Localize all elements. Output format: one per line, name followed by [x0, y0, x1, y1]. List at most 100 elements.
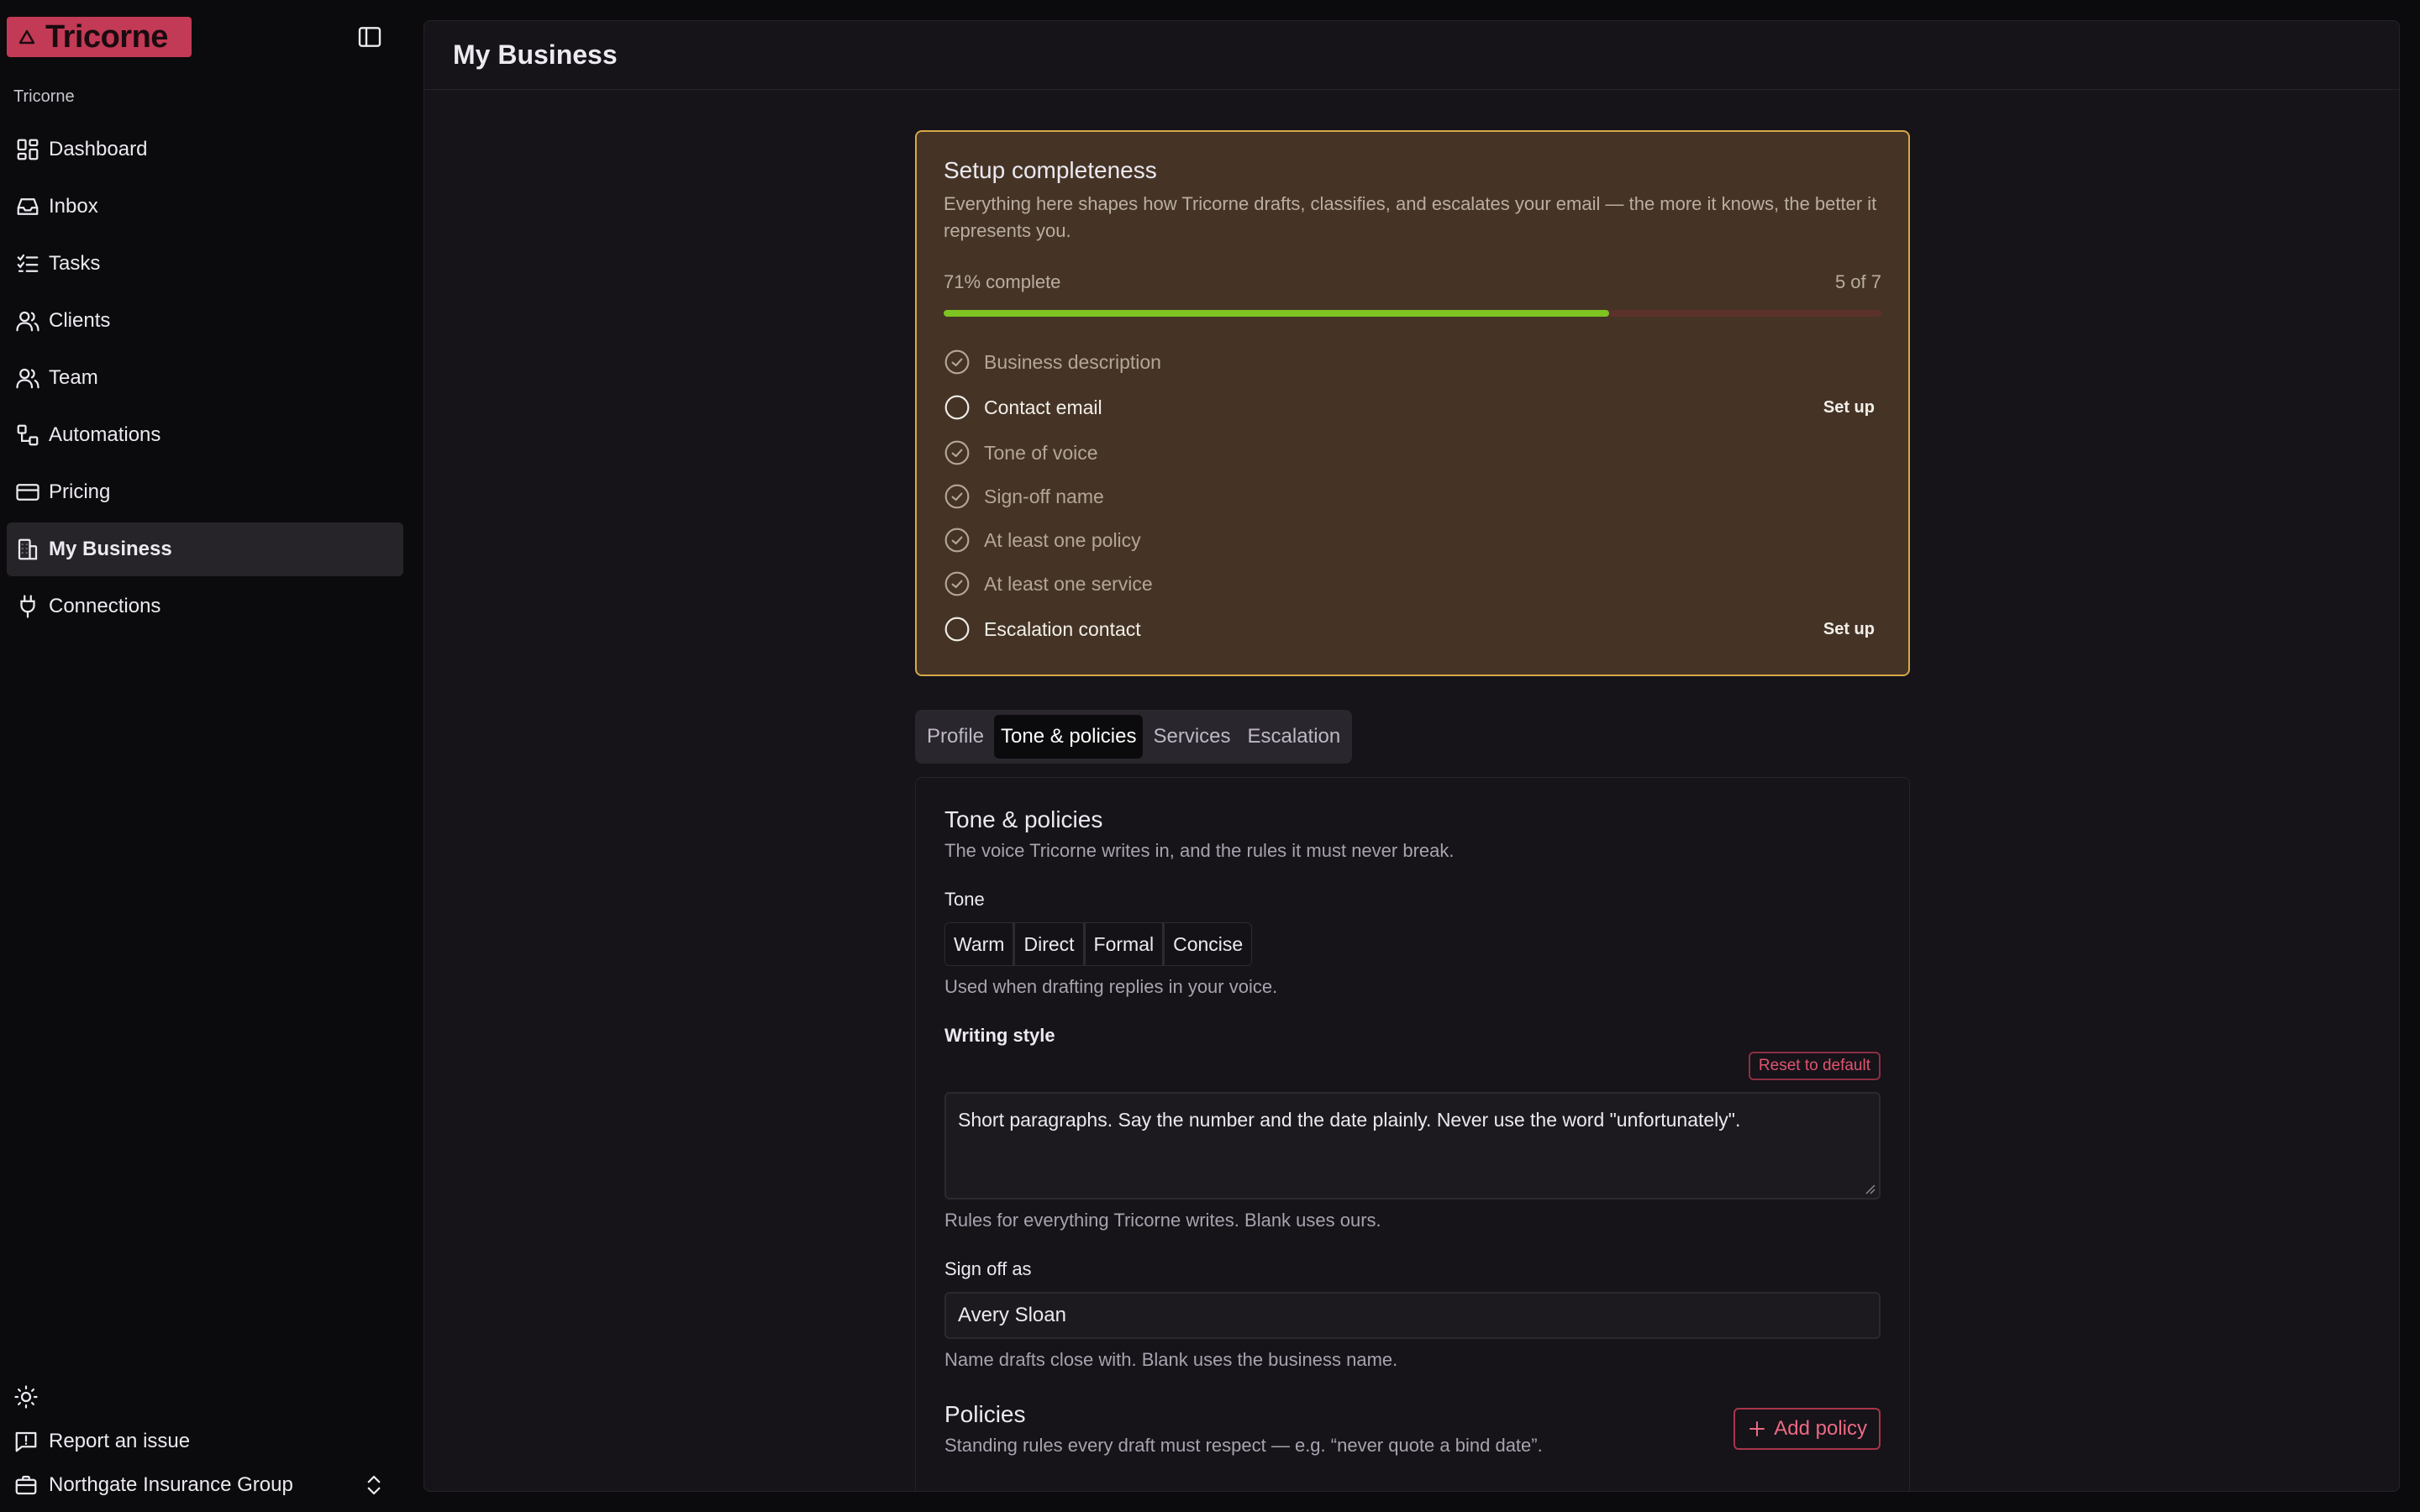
tab-profile[interactable]: Profile [920, 715, 991, 759]
checklist-item-label: Business description [984, 350, 1161, 373]
checklist-item-contact-email: Contact email Set up [944, 384, 1881, 431]
plus-icon [1749, 1421, 1765, 1436]
setup-completeness-card: Setup completeness Everything here shape… [915, 130, 1910, 676]
sidebar-panel-icon [358, 27, 381, 47]
pricing-icon [16, 484, 39, 501]
workspace-name: Northgate Insurance Group [49, 1473, 293, 1496]
checklist-item-sign-off-name: Sign-off name [944, 475, 1881, 518]
reset-row: Reset to default [944, 1052, 1881, 1080]
tone-label: Tone [944, 889, 985, 910]
sun-icon [14, 1385, 38, 1409]
automations-icon [17, 424, 39, 446]
add-policy-label: Add policy [1774, 1417, 1867, 1440]
sidebar-item-label: Clients [49, 309, 111, 332]
sidebar-item-label: Tasks [49, 252, 101, 275]
reset-to-default-button[interactable]: Reset to default [1748, 1052, 1881, 1080]
workspace-switcher[interactable]: Northgate Insurance Group [13, 1468, 387, 1502]
tab-escalation[interactable]: Escalation [1241, 715, 1348, 759]
check-circle-icon [944, 349, 970, 375]
check-circle-icon [944, 528, 970, 553]
checklist-item-label: Tone of voice [984, 441, 1098, 464]
check-circle-icon [944, 440, 970, 465]
briefcase-icon [15, 1475, 37, 1495]
sidebar-item-dashboard[interactable]: Dashboard [7, 123, 403, 176]
sidebar-item-label: My Business [49, 538, 172, 560]
sidebar-item-label: Inbox [49, 195, 98, 218]
app-logo[interactable]: Tricorne [7, 17, 192, 57]
report-issue-icon [15, 1431, 37, 1452]
tone-toggle-group: Warm Direct Formal Concise [944, 922, 1253, 966]
checklist-item-label: At least one service [984, 572, 1153, 595]
tasks-icon [17, 254, 39, 272]
checklist-item-service: At least one service [944, 562, 1881, 606]
checklist-item-label: Sign-off name [984, 485, 1104, 507]
writing-style-label: Writing style [944, 1025, 1055, 1046]
building-icon [18, 538, 38, 560]
writing-style-help-text: Rules for everything Tricorne writes. Bl… [944, 1210, 1381, 1231]
signoff-input[interactable]: Avery Sloan [944, 1292, 1881, 1339]
empty-circle-icon [944, 617, 970, 642]
checklist-item-tone-of-voice: Tone of voice [944, 431, 1881, 475]
sidebar-item-label: Team [49, 366, 98, 389]
report-issue-label: Report an issue [49, 1430, 191, 1452]
triangle-logo-icon [18, 29, 35, 45]
policies-title: Policies [944, 1401, 1026, 1427]
sidebar-item-my-business[interactable]: My Business [7, 522, 403, 576]
setup-description: Everything here shapes how Tricorne draf… [944, 193, 1877, 241]
sidebar-item-inbox[interactable]: Inbox [7, 180, 403, 234]
progress-label: 71% complete [944, 271, 1061, 292]
sidebar-item-clients[interactable]: Clients [7, 294, 403, 348]
writing-style-value: Short paragraphs. Say the number and the… [958, 1109, 1741, 1131]
progress-bar-fill [944, 310, 1610, 317]
signoff-value: Avery Sloan [958, 1304, 1066, 1326]
checklist-item-label: Contact email [984, 396, 1102, 418]
plug-icon [20, 595, 35, 618]
tone-option-warm[interactable]: Warm [945, 923, 1016, 965]
main-panel: My Business Setup completeness Everythin… [424, 20, 2400, 1492]
signoff-label: Sign off as [944, 1258, 1032, 1279]
tone-option-formal[interactable]: Formal [1085, 923, 1165, 965]
sidebar-toggle-button[interactable] [355, 22, 385, 52]
checklist-item-policy: At least one policy [944, 518, 1881, 562]
dashboard-icon [17, 139, 39, 160]
tab-tone-policies[interactable]: Tone & policies [994, 715, 1144, 759]
sidebar-item-connections[interactable]: Connections [7, 580, 403, 633]
empty-circle-icon [944, 395, 970, 420]
check-circle-icon [944, 571, 970, 596]
add-policy-button[interactable]: Add policy [1733, 1408, 1881, 1450]
tone-policies-card: Tone & policies The voice Tricorne write… [915, 777, 1910, 1491]
writing-style-textarea[interactable]: Short paragraphs. Say the number and the… [944, 1092, 1881, 1200]
page-header: My Business [424, 21, 2399, 90]
sidebar-item-tasks[interactable]: Tasks [7, 237, 403, 291]
sidebar-item-pricing[interactable]: Pricing [7, 465, 403, 519]
theme-toggle-button[interactable] [13, 1384, 40, 1411]
tab-services[interactable]: Services [1146, 715, 1237, 759]
page-title: My Business [453, 39, 618, 70]
setup-checklist: Business description Contact email Set u… [944, 340, 1881, 653]
resize-handle-icon[interactable] [1862, 1181, 1876, 1194]
checklist-item-business-description: Business description [944, 340, 1881, 384]
report-issue-link[interactable]: Report an issue [13, 1425, 190, 1458]
clients-icon [16, 311, 39, 332]
contact-email-setup-link[interactable]: Set up [1823, 398, 1875, 417]
logo-text: Tricorne [45, 19, 168, 55]
progress-count: 5 of 7 [1834, 271, 1881, 292]
sidebar-item-automations[interactable]: Automations [7, 408, 403, 462]
progress-bar [944, 310, 1881, 317]
signoff-help-text: Name drafts close with. Blank uses the b… [944, 1349, 1398, 1370]
tone-option-direct[interactable]: Direct [1015, 923, 1086, 965]
checklist-item-escalation-contact: Escalation contact Set up [944, 606, 1881, 653]
chevron-up-down-icon [367, 1475, 381, 1495]
section-description: The voice Tricorne writes in, and the ru… [944, 840, 1455, 861]
org-label: Tricorne [13, 87, 75, 106]
progress-row: 71% complete 5 of 7 [944, 271, 1881, 293]
sidebar-item-label: Dashboard [49, 138, 148, 160]
sidebar-item-label: Automations [49, 423, 161, 446]
check-circle-icon [944, 484, 970, 509]
sidebar-item-team[interactable]: Team [7, 351, 403, 405]
business-tabs: Profile Tone & policies Services Escalat… [915, 710, 1353, 764]
tone-option-concise[interactable]: Concise [1165, 923, 1252, 965]
sidebar-nav: Dashboard Inbox Tasks Clients Team Autom… [7, 123, 403, 637]
escalation-contact-setup-link[interactable]: Set up [1823, 620, 1875, 639]
sidebar-item-label: Pricing [49, 480, 111, 503]
